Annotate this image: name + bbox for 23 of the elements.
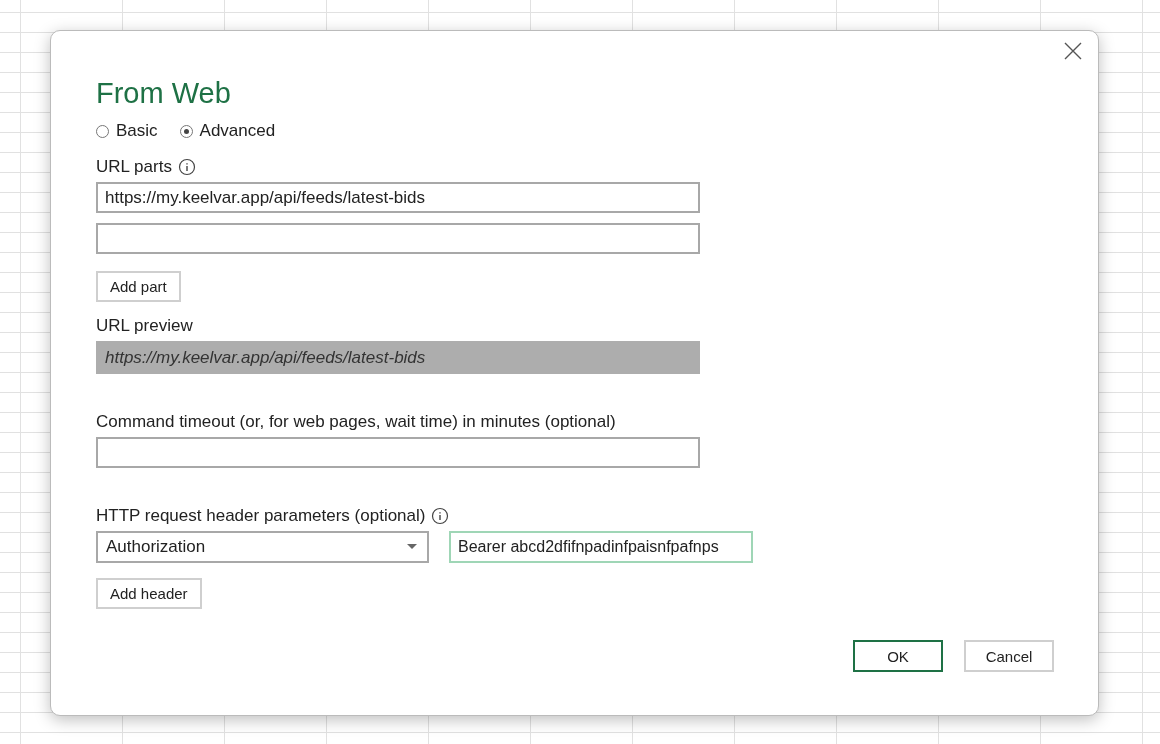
field-label: HTTP request header parameters (optional) bbox=[96, 506, 426, 526]
header-dropdown[interactable]: Authorization bbox=[96, 531, 429, 563]
close-icon[interactable] bbox=[1064, 42, 1082, 60]
field-label: URL preview bbox=[96, 316, 193, 336]
add-header-button[interactable]: Add header bbox=[96, 578, 202, 609]
dialog-button[interactable]: OK bbox=[853, 640, 943, 672]
radio-option[interactable]: Advanced bbox=[179, 121, 276, 141]
info-icon[interactable] bbox=[431, 507, 450, 525]
input-field[interactable] bbox=[96, 223, 700, 254]
input-field[interactable]: https://my.keelvar.app/api/feeds/latest-bids bbox=[96, 182, 700, 213]
url-preview-field: https://my.keelvar.app/api/feeds/latest-bids bbox=[96, 341, 700, 374]
radio-label: Basic bbox=[116, 121, 158, 141]
input-field[interactable]: Bearer abcd2dfifnpadinfpaisnfpafnps bbox=[449, 531, 753, 563]
radio-option[interactable]: Basic bbox=[96, 121, 158, 141]
dialog-title: From Web bbox=[96, 76, 232, 111]
caret-icon bbox=[407, 544, 417, 550]
radio-label: Advanced bbox=[199, 121, 276, 141]
add-part-button[interactable]: Add part bbox=[96, 271, 181, 302]
dialog-button[interactable]: Cancel bbox=[964, 640, 1054, 672]
field-label: URL parts bbox=[96, 157, 172, 177]
info-icon[interactable] bbox=[177, 158, 196, 176]
input-field[interactable] bbox=[96, 437, 700, 468]
field-label: Command timeout (or, for web pages, wait time) in minutes (optional) bbox=[96, 412, 616, 432]
